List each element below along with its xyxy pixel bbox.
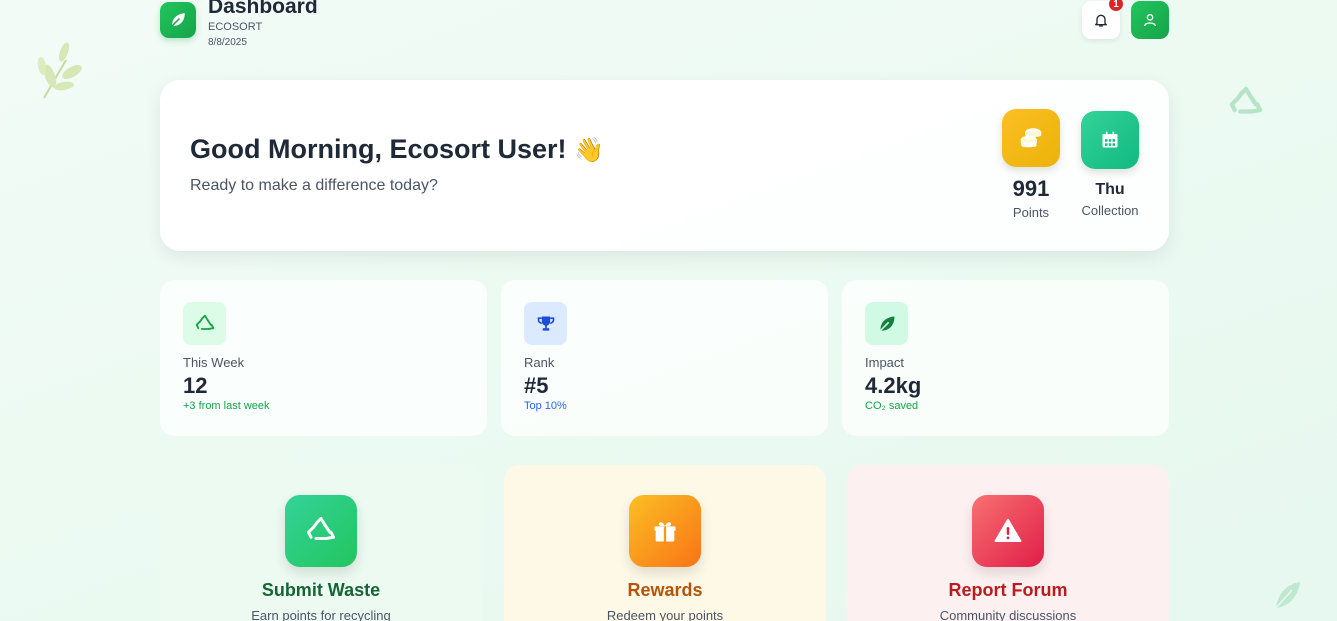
report-forum-icon-box: [972, 495, 1044, 567]
collection-label: Collection: [1081, 203, 1139, 218]
greeting-text: Good Morning, Ecosort User!: [190, 134, 567, 164]
stat-icon-box: [183, 302, 226, 345]
warning-icon: [994, 518, 1022, 542]
stat-icon-box: [865, 302, 908, 345]
stat-subtext: CO₂ saved: [865, 400, 919, 412]
collection-calendar-button[interactable]: [1081, 111, 1139, 169]
greeting-title: Good Morning, Ecosort User! 👋: [190, 134, 604, 165]
action-title: Rewards: [627, 580, 703, 600]
action-description: Community discussions: [939, 608, 1077, 621]
stat-card-rank: Rank #5 Top 10%: [501, 280, 828, 436]
action-description: Earn points for recycling: [251, 608, 391, 621]
brand-name: ECOSORT: [208, 21, 263, 33]
action-title: Report Forum: [948, 580, 1068, 600]
calendar-icon: [1102, 131, 1118, 148]
action-title: Submit Waste: [261, 580, 381, 600]
profile-button[interactable]: [1131, 1, 1169, 39]
recycle-icon: [195, 314, 214, 330]
stat-value: 4.2kg: [865, 373, 922, 398]
bell-icon: [1095, 14, 1107, 27]
leaf-icon: [171, 13, 185, 27]
stat-subtext: +3 from last week: [183, 400, 270, 412]
leaf-icon: [879, 316, 894, 331]
coins-icon: [1020, 128, 1042, 148]
recycle-decoration-icon: [1229, 86, 1263, 114]
trophy-icon: [537, 316, 554, 331]
waving-hand-icon: 👋: [574, 136, 604, 164]
greeting-card: Good Morning, Ecosort User! 👋 Ready to m…: [160, 80, 1169, 251]
gift-icon: [654, 522, 676, 542]
points-coins-button[interactable]: [1002, 109, 1060, 167]
top-header: Dashboard ECOSORT 8/8/2025 1: [160, 0, 1169, 56]
stat-value: #5: [524, 373, 549, 398]
current-date: 8/8/2025: [208, 37, 247, 48]
stat-label: This Week: [183, 355, 245, 370]
stat-value: 12: [183, 373, 208, 398]
points-value: 991: [1012, 176, 1050, 201]
rewards-icon-box: [629, 495, 701, 567]
leaf-decoration-icon: [1275, 582, 1300, 609]
stat-card-impact: Impact 4.2kg CO₂ saved: [842, 280, 1169, 436]
notification-badge: 1: [1108, 0, 1124, 12]
leaf-branch-decoration-icon: [37, 42, 82, 99]
points-label: Points: [1012, 205, 1050, 220]
user-icon: [1144, 14, 1156, 27]
stat-subtext: Top 10%: [524, 400, 567, 412]
stat-label: Rank: [524, 355, 555, 370]
greeting-subtitle: Ready to make a difference today?: [190, 177, 438, 194]
rewards-card[interactable]: Rewards Redeem your points: [504, 465, 826, 621]
page-title: Dashboard: [208, 0, 318, 18]
app-logo[interactable]: [160, 2, 196, 38]
recycle-icon: [307, 517, 335, 540]
collection-day: Thu: [1095, 181, 1125, 198]
report-forum-card[interactable]: Report Forum Community discussions: [847, 465, 1169, 621]
submit-waste-card[interactable]: Submit Waste Earn points for recycling: [160, 465, 482, 621]
submit-waste-icon-box: [285, 495, 357, 567]
stat-card-this-week: This Week 12 +3 from last week: [160, 280, 487, 436]
stat-icon-box: [524, 302, 567, 345]
stat-label: Impact: [865, 355, 905, 370]
action-description: Redeem your points: [606, 608, 724, 621]
